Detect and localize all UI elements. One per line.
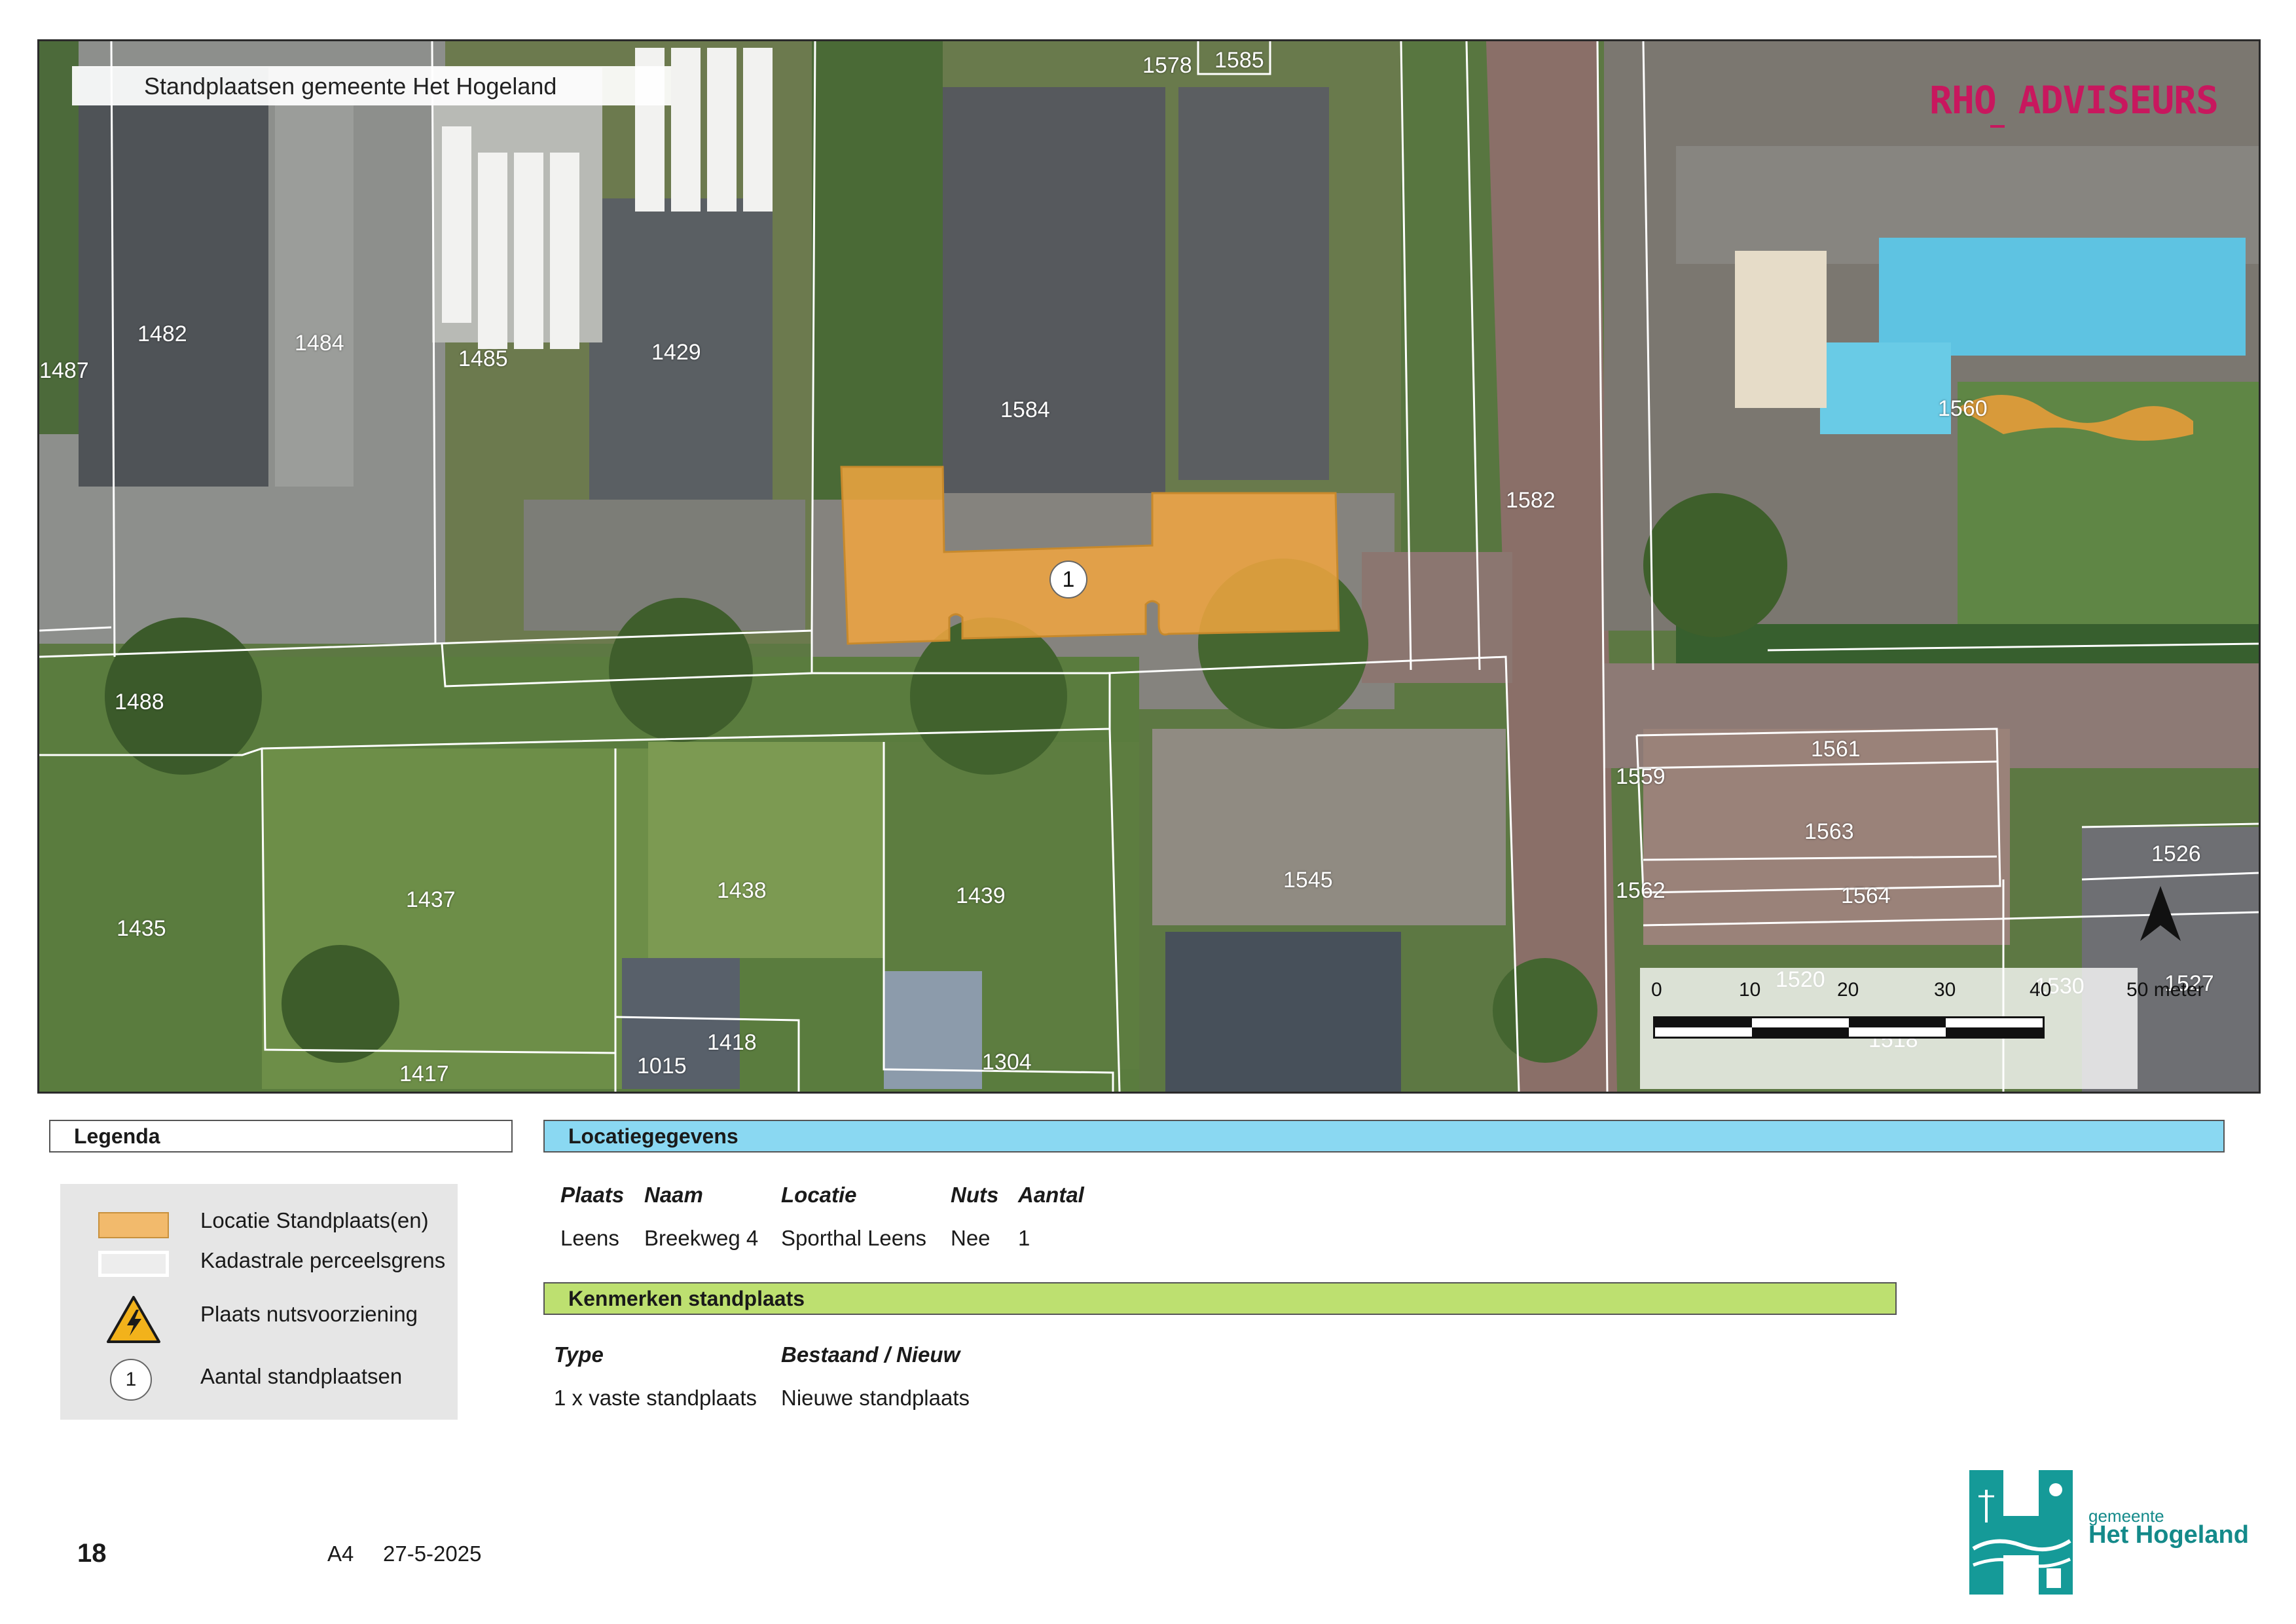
paper-size: A4: [327, 1541, 354, 1566]
legend-swatch-parcel-boundary: [98, 1251, 169, 1277]
scale-tick: 20: [1837, 979, 1859, 1001]
scale-segment: [1946, 1027, 2043, 1037]
legend-label: Kadastrale perceelsgrens: [200, 1248, 446, 1272]
parcel-label: 1439: [956, 883, 1006, 908]
parcel-label: 1560: [1938, 396, 1988, 421]
parcel-label: 1488: [115, 690, 164, 714]
parcel-label: 1561: [1811, 737, 1861, 762]
location-header-plaats: Plaats: [560, 1183, 625, 1207]
location-locatie: Sporthal Leens: [781, 1226, 926, 1250]
location-naam: Breekweg 4: [644, 1226, 759, 1250]
page-number: 18: [77, 1539, 107, 1568]
scale-tick: 30: [1934, 979, 1956, 1001]
location-nuts: Nee: [951, 1226, 991, 1250]
parcel-label: 1563: [1804, 819, 1854, 844]
scale-bar: [1653, 1016, 2045, 1039]
scale-tick: 10: [1739, 979, 1761, 1001]
legend-label: Plaats nutsvoorziening: [200, 1302, 418, 1326]
parcel-label: 1438: [717, 878, 767, 903]
location-header-aantal: Aantal: [1018, 1183, 1084, 1207]
parcel-label: 1584: [1000, 397, 1050, 422]
parcel-label: 1417: [399, 1061, 449, 1086]
municipality-name: Het Hogeland: [2088, 1521, 2249, 1549]
location-plaats: Leens: [560, 1226, 619, 1250]
parcel-label: 1582: [1506, 488, 1556, 513]
map-title: Standplaatsen gemeente Het Hogeland: [144, 73, 557, 100]
scale-segment: [1752, 1027, 1849, 1037]
features-header: Kenmerken standplaats: [543, 1282, 1897, 1315]
parcel-label: 1485: [458, 346, 508, 371]
scale-segment: [1849, 1018, 1946, 1027]
parcel-label: 1484: [295, 331, 344, 356]
parcel-label: 1418: [707, 1030, 757, 1055]
legend-label: Locatie Standplaats(en): [200, 1208, 429, 1232]
scale-tick: 0: [1651, 979, 1662, 1001]
legend-count-symbol: 1: [110, 1359, 152, 1401]
aerial-photo: [39, 41, 2259, 1092]
parcel-label: 1562: [1616, 878, 1666, 903]
parcel-label: 1429: [651, 340, 701, 365]
parcel-label: 1304: [982, 1050, 1032, 1075]
parcel-label: 1578: [1142, 53, 1192, 78]
legend-header: Legenda: [49, 1120, 513, 1153]
scale-tick: 40: [2030, 979, 2052, 1001]
legend-swatch-location: [98, 1212, 169, 1238]
location-header-nuts: Nuts: [951, 1183, 999, 1207]
rho-logo-accent: [1990, 125, 2005, 128]
parcel-label: 1487: [39, 358, 89, 383]
parcel-label: 1482: [137, 322, 187, 346]
parcel-label: 1564: [1841, 883, 1891, 908]
legend-label: Aantal standplaatsen: [200, 1364, 403, 1388]
location-aantal: 1: [1018, 1226, 1030, 1250]
location-header-locatie: Locatie: [781, 1183, 857, 1207]
features-type: 1 x vaste standplaats: [554, 1386, 757, 1410]
north-arrow-icon: [2140, 886, 2181, 941]
print-date: 27-5-2025: [383, 1541, 482, 1566]
parcel-label: 1585: [1214, 48, 1264, 73]
features-header-status: Bestaand / Nieuw: [781, 1342, 960, 1367]
scale-segment: [1655, 1018, 1752, 1027]
rho-adviseurs-logo: RHO ADVISEURS: [1929, 78, 2219, 122]
scale-tick: 50 meter: [2126, 979, 2204, 1001]
parcel-label: 1559: [1616, 764, 1666, 789]
parcel-label: 1015: [637, 1054, 687, 1079]
aerial-map: 1578 1585 1482 1484 1487 1485 1429 1584 …: [37, 39, 2261, 1094]
hazard-icon: [107, 1296, 160, 1343]
parcel-label: 1545: [1283, 868, 1333, 893]
parcel-label: 1437: [406, 887, 456, 912]
location-header-naam: Naam: [644, 1183, 703, 1207]
features-header-type: Type: [554, 1342, 604, 1367]
parcel-label: 1526: [2151, 841, 2201, 866]
location-count-marker: 1: [1049, 561, 1087, 599]
parcel-label: 1435: [117, 916, 166, 941]
location-data-header: Locatiegegevens: [543, 1120, 2225, 1153]
het-hogeland-logo-icon: [1969, 1470, 2073, 1595]
features-status: Nieuwe standplaats: [781, 1386, 970, 1410]
